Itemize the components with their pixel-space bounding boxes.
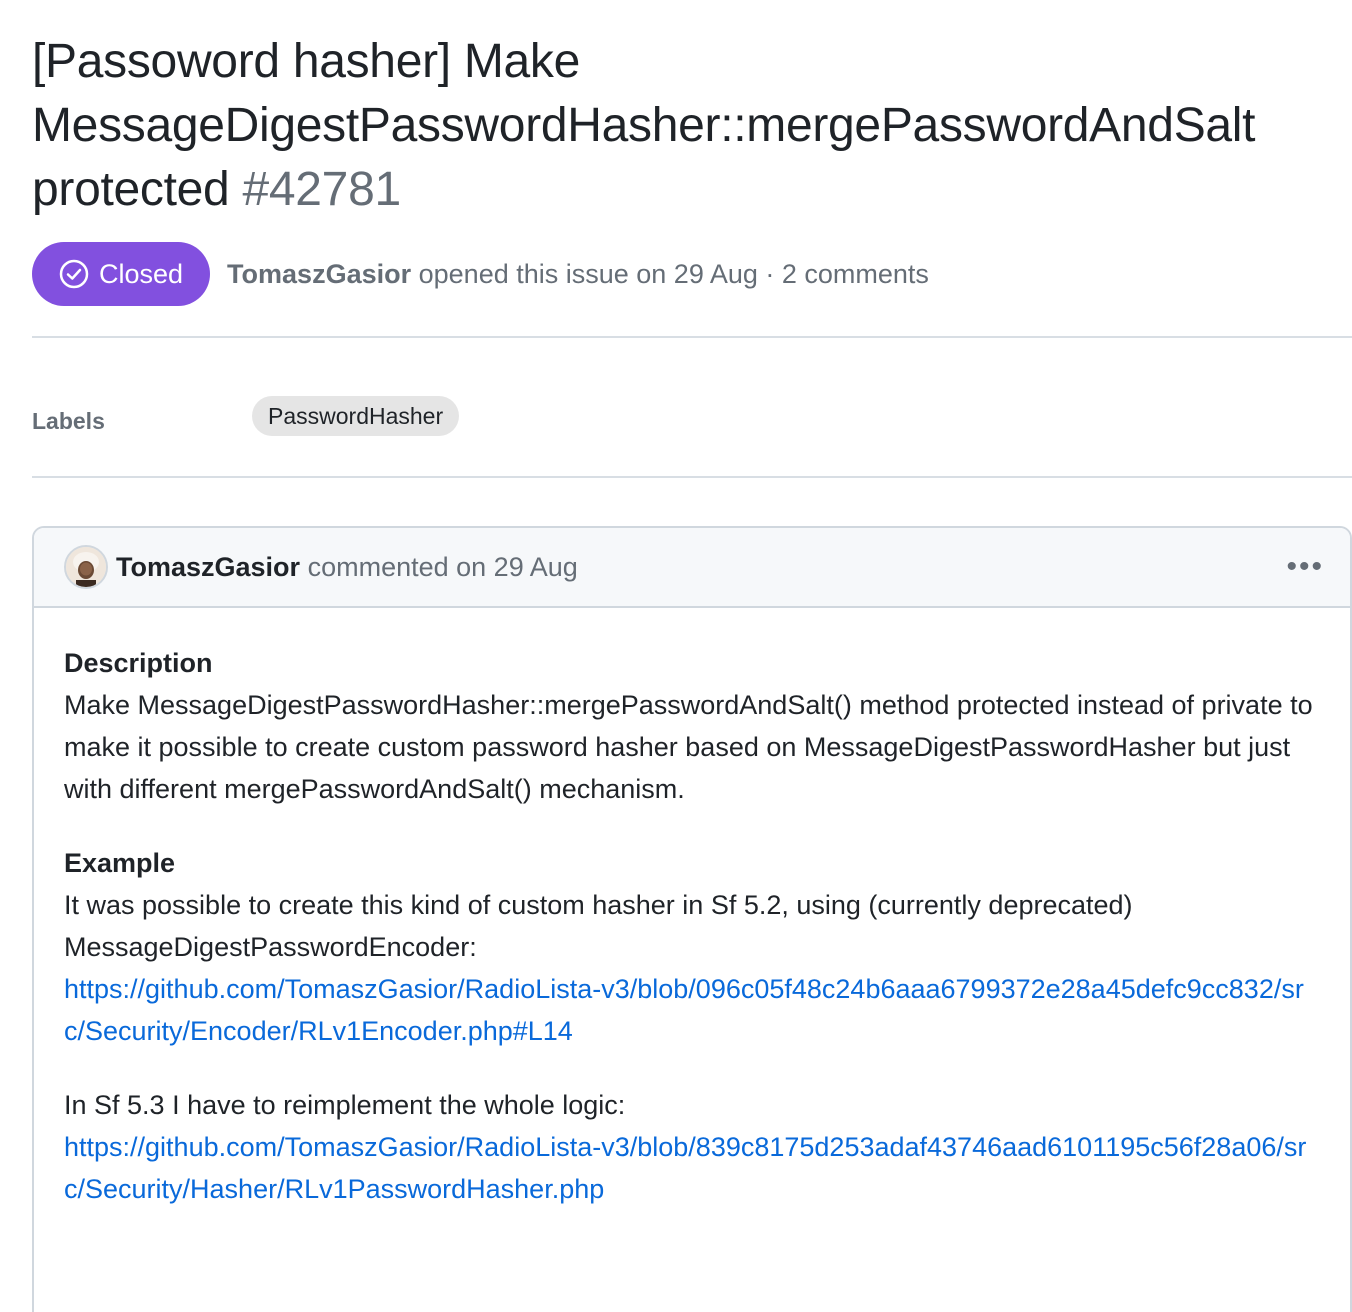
kebab-horizontal-icon[interactable]: ••• [1286, 552, 1324, 582]
labels-heading: Labels [32, 408, 105, 434]
issue-page: [Passoword hasher] Make MessageDigestPas… [0, 0, 1352, 1312]
comment-author-link[interactable]: TomaszGasior [116, 552, 300, 582]
issue-meta-row: Closed TomaszGasior opened this issue on… [32, 242, 1352, 306]
labels-divider [32, 476, 1352, 478]
issue-state-badge: Closed [32, 242, 211, 306]
description-title: Description [64, 648, 213, 678]
example-paragraph: Example It was possible to create this k… [64, 842, 1320, 1052]
labels-section: Labels PasswordHasher [32, 396, 1332, 440]
issue-title: [Passoword hasher] Make MessageDigestPas… [32, 0, 1332, 222]
issue-author-link[interactable]: TomaszGasior [227, 259, 411, 289]
description-text: Make MessageDigestPasswordHasher::mergeP… [64, 690, 1313, 804]
issue-opened-text: opened this issue on 29 Aug · 2 comments [418, 258, 929, 289]
issue-number: #42781 [242, 163, 401, 216]
example-text: It was possible to create this kind of c… [64, 890, 1133, 962]
comment-body: Description Make MessageDigestPasswordHa… [34, 608, 1350, 1210]
reimplement-text: In Sf 5.3 I have to reimplement the whol… [64, 1090, 626, 1120]
example-title: Example [64, 848, 176, 878]
comment-meta: TomaszGasior commented on 29 Aug [116, 552, 578, 583]
description-paragraph: Description Make MessageDigestPasswordHa… [64, 642, 1320, 810]
reimplement-link[interactable]: https://github.com/TomaszGasior/RadioLis… [64, 1132, 1306, 1204]
label-passwordhasher[interactable]: PasswordHasher [252, 396, 460, 436]
example-link[interactable]: https://github.com/TomaszGasior/RadioLis… [64, 974, 1304, 1046]
check-circle-icon [59, 259, 89, 289]
reimplement-paragraph: In Sf 5.3 I have to reimplement the whol… [64, 1084, 1320, 1210]
header-divider [32, 336, 1352, 338]
comment-meta-text: commented on 29 Aug [307, 551, 578, 582]
issue-comment: TomaszGasior commented on 29 Aug ••• Des… [32, 526, 1352, 1312]
issue-state-label: Closed [99, 258, 184, 289]
avatar-image [66, 547, 106, 587]
issue-opened-meta: TomaszGasior opened this issue on 29 Aug… [227, 259, 929, 290]
issue-title-text: [Passoword hasher] Make MessageDigestPas… [32, 35, 1256, 216]
comment-header: TomaszGasior commented on 29 Aug ••• [34, 528, 1350, 608]
avatar[interactable] [64, 545, 108, 589]
